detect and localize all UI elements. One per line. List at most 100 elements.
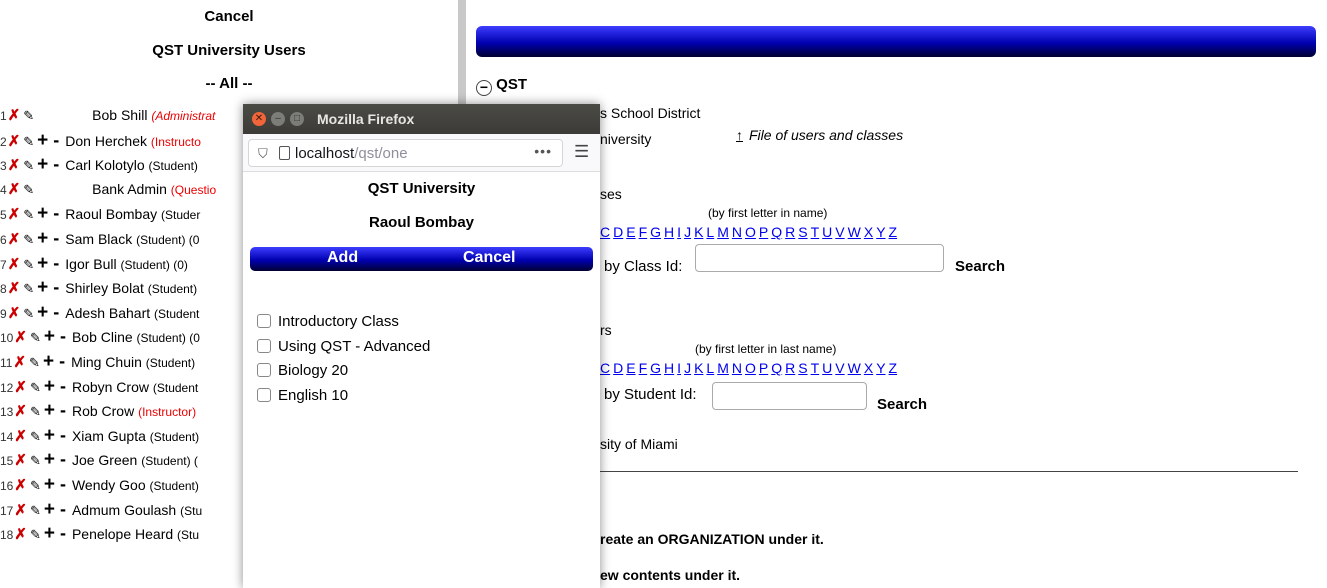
- user-name[interactable]: Shirley Bolat: [65, 280, 144, 296]
- edit-icon[interactable]: ✎: [30, 330, 41, 345]
- edit-icon[interactable]: ✎: [30, 404, 41, 419]
- letter-link[interactable]: Z: [889, 360, 898, 376]
- letter-link[interactable]: K: [694, 224, 703, 240]
- user-name[interactable]: Carl Kolotylo: [65, 157, 144, 173]
- letter-link[interactable]: L: [706, 224, 714, 240]
- page-actions-icon[interactable]: •••: [534, 143, 552, 159]
- user-name[interactable]: Xiam Gupta: [72, 428, 146, 444]
- remove-class-icon[interactable]: -: [60, 474, 66, 494]
- user-name[interactable]: Don Herchek: [65, 133, 147, 149]
- class-checkbox[interactable]: [257, 387, 271, 402]
- file-link[interactable]: ↑ File of users and classes: [736, 127, 903, 143]
- add-class-icon[interactable]: +: [37, 253, 48, 274]
- delete-icon[interactable]: ✗: [8, 206, 21, 223]
- edit-icon[interactable]: ✎: [30, 527, 41, 542]
- add-class-icon[interactable]: +: [37, 302, 48, 323]
- add-class-icon[interactable]: +: [44, 326, 55, 347]
- letter-link[interactable]: E: [626, 360, 635, 376]
- user-name[interactable]: Sam Black: [65, 231, 132, 247]
- delete-icon[interactable]: ✗: [8, 107, 21, 124]
- class-id-input[interactable]: [695, 244, 944, 272]
- edit-icon[interactable]: ✎: [23, 158, 34, 173]
- student-search-button[interactable]: Search: [877, 396, 927, 413]
- edit-icon[interactable]: ✎: [23, 281, 34, 296]
- class-checkbox[interactable]: [257, 314, 271, 328]
- class-option[interactable]: Using QST - Advanced: [257, 338, 430, 358]
- add-class-icon[interactable]: +: [37, 277, 48, 298]
- edit-icon[interactable]: ✎: [23, 306, 34, 321]
- letter-link[interactable]: G: [650, 224, 661, 240]
- class-option[interactable]: Biology 20: [257, 362, 348, 382]
- remove-class-icon[interactable]: -: [60, 376, 66, 396]
- delete-icon[interactable]: ✗: [8, 305, 21, 322]
- edit-icon[interactable]: ✎: [30, 503, 41, 518]
- letter-link[interactable]: O: [745, 360, 756, 376]
- remove-class-icon[interactable]: -: [60, 400, 66, 420]
- delete-icon[interactable]: ✗: [14, 379, 27, 396]
- edit-icon[interactable]: ✎: [30, 380, 41, 395]
- remove-class-icon[interactable]: -: [53, 130, 59, 150]
- letter-link[interactable]: N: [732, 360, 742, 376]
- delete-icon[interactable]: ✗: [8, 231, 21, 248]
- letter-link[interactable]: V: [835, 224, 844, 240]
- letter-link[interactable]: S: [798, 224, 807, 240]
- user-name[interactable]: Wendy Goo: [72, 477, 146, 493]
- delete-icon[interactable]: ✗: [8, 256, 21, 273]
- letter-link[interactable]: O: [745, 224, 756, 240]
- edit-icon[interactable]: ✎: [30, 453, 41, 468]
- letter-link[interactable]: E: [626, 224, 635, 240]
- cancel-link[interactable]: Cancel: [0, 8, 458, 25]
- letter-link[interactable]: Y: [876, 360, 885, 376]
- edit-icon[interactable]: ✎: [29, 355, 40, 370]
- delete-icon[interactable]: ✗: [14, 452, 27, 469]
- letter-link[interactable]: M: [717, 360, 729, 376]
- letter-link[interactable]: C: [600, 224, 610, 240]
- edit-icon[interactable]: ✎: [30, 478, 41, 493]
- add-class-icon[interactable]: +: [44, 400, 55, 421]
- letter-link[interactable]: X: [864, 224, 873, 240]
- letter-link[interactable]: W: [848, 224, 861, 240]
- shield-icon[interactable]: ⛉: [258, 146, 268, 162]
- edit-icon[interactable]: ✎: [23, 232, 34, 247]
- add-class-icon[interactable]: +: [37, 154, 48, 175]
- add-class-icon[interactable]: +: [43, 351, 54, 372]
- letter-link[interactable]: W: [848, 360, 861, 376]
- edit-icon[interactable]: ✎: [30, 429, 41, 444]
- letter-link[interactable]: F: [639, 360, 648, 376]
- edit-icon[interactable]: ✎: [23, 207, 34, 222]
- class-option[interactable]: English 10: [257, 387, 348, 407]
- delete-icon[interactable]: ✗: [8, 280, 21, 297]
- org-district[interactable]: s School District: [600, 105, 700, 121]
- url-bar[interactable]: ⛉ localhost/qst/one •••: [248, 139, 563, 167]
- user-name[interactable]: Bob Cline: [72, 329, 133, 345]
- delete-icon[interactable]: ✗: [14, 329, 27, 346]
- delete-icon[interactable]: ✗: [14, 526, 27, 543]
- delete-icon[interactable]: ✗: [13, 354, 26, 371]
- edit-icon[interactable]: ✎: [23, 108, 34, 123]
- edit-icon[interactable]: ✎: [23, 182, 34, 197]
- letter-link[interactable]: N: [732, 224, 742, 240]
- letter-link[interactable]: I: [677, 224, 681, 240]
- user-name[interactable]: Adesh Bahart: [65, 305, 150, 321]
- remove-class-icon[interactable]: -: [60, 523, 66, 543]
- letter-link[interactable]: H: [664, 360, 674, 376]
- org-university[interactable]: niversity: [600, 131, 651, 147]
- class-checkbox[interactable]: [257, 363, 271, 377]
- remove-class-icon[interactable]: -: [53, 203, 59, 223]
- add-class-icon[interactable]: +: [44, 499, 55, 520]
- remove-class-icon[interactable]: -: [53, 154, 59, 174]
- user-name[interactable]: Raoul Bombay: [65, 206, 157, 222]
- letter-link[interactable]: Z: [889, 224, 898, 240]
- org-tree-root[interactable]: − QST: [476, 76, 527, 96]
- minimize-icon[interactable]: –: [271, 112, 285, 126]
- remove-class-icon[interactable]: -: [53, 302, 59, 322]
- user-name[interactable]: Robyn Crow: [72, 379, 149, 395]
- add-class-icon[interactable]: +: [37, 228, 48, 249]
- org-miami[interactable]: sity of Miami: [600, 436, 678, 452]
- letter-link[interactable]: I: [677, 360, 681, 376]
- menu-icon[interactable]: ☰: [574, 142, 589, 162]
- close-icon[interactable]: ✕: [252, 112, 266, 126]
- user-name[interactable]: Penelope Heard: [72, 526, 173, 542]
- add-class-icon[interactable]: +: [37, 130, 48, 151]
- letter-link[interactable]: T: [811, 224, 820, 240]
